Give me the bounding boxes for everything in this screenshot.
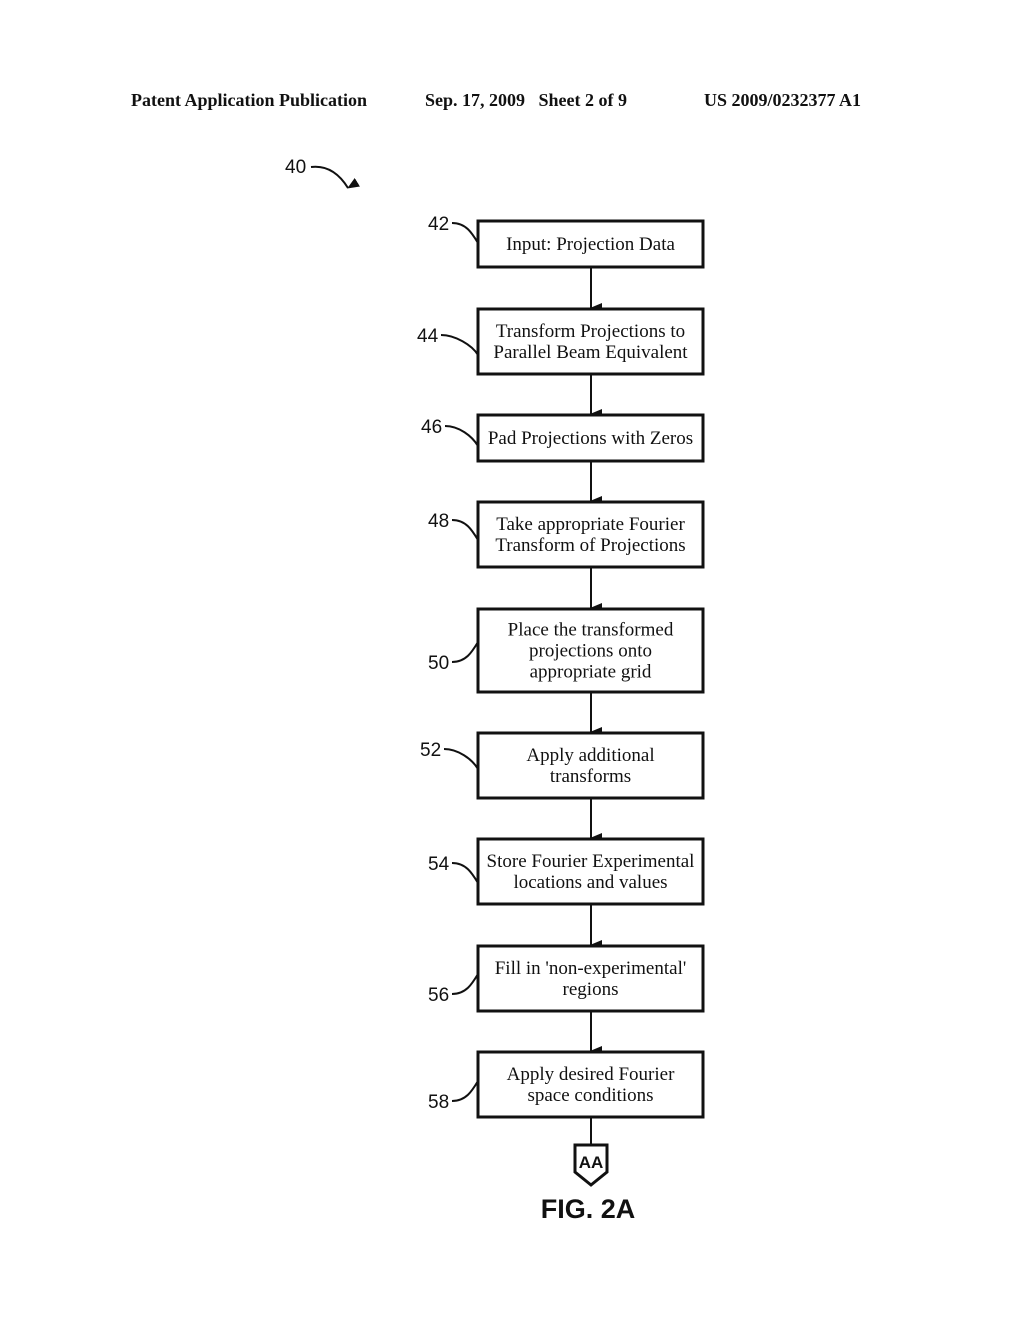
step-ref-leader: [451, 973, 479, 995]
step-44: Transform Projections toParallel Beam Eq…: [417, 307, 705, 419]
step-text-line: Store Fourier Experimental: [487, 851, 695, 872]
step-text-line: Input: Projection Data: [506, 234, 675, 255]
step-text-line: Pad Projections with Zeros: [488, 428, 693, 449]
step-ref-label: 46: [421, 417, 442, 438]
step-ref-label: 52: [420, 740, 441, 761]
step-text-line: appropriate grid: [530, 662, 652, 683]
step-text-line: Place the transformed: [508, 620, 674, 641]
step-58: Apply desired Fourierspace conditions 58: [428, 1050, 705, 1119]
offpage-connector: AA: [573, 1117, 609, 1187]
figure-ref-arrow: [310, 165, 360, 189]
step-text-line: Fill in 'non-experimental': [495, 958, 687, 979]
step-ref-label: 54: [428, 854, 450, 875]
step-ref-label: 50: [428, 653, 449, 674]
step-46: Pad Projections with Zeros 46: [421, 413, 705, 506]
step-ref-leader: [451, 222, 479, 244]
step-ref-leader: [451, 519, 479, 541]
step-text-line: space conditions: [527, 1085, 653, 1106]
step-54: Store Fourier Experimentallocations and …: [428, 837, 705, 950]
step-50: Place the transformedprojections ontoapp…: [428, 607, 705, 737]
step-48: Take appropriate FourierTransform of Pro…: [428, 500, 705, 613]
step-ref-leader: [443, 748, 479, 770]
figure-ref-label: 40: [285, 157, 306, 178]
step-text-line: locations and values: [513, 872, 667, 893]
step-text-line: Transform of Projections: [495, 535, 685, 556]
step-ref-leader: [451, 1080, 479, 1102]
step-ref-label: 56: [428, 985, 449, 1006]
flowchart: 40 Input: Projection Data 42 Transform Pro…: [285, 157, 705, 1224]
step-56: Fill in 'non-experimental'regions 56: [428, 944, 705, 1056]
step-ref-leader: [444, 425, 479, 447]
step-ref-leader: [440, 334, 479, 356]
step-text-line: Transform Projections to: [496, 321, 685, 342]
step-text-line: projections onto: [529, 641, 652, 662]
step-ref-leader: [451, 862, 479, 884]
figure-caption: FIG. 2A: [541, 1194, 636, 1224]
step-ref-label: 44: [417, 326, 439, 347]
step-42: Input: Projection Data 42: [428, 214, 705, 313]
steps-layer: Input: Projection Data 42 Transform Projec…: [417, 214, 705, 1119]
connector-label: AA: [579, 1153, 604, 1172]
step-52: Apply additionaltransforms 52: [420, 731, 705, 843]
step-text-line: Apply additional: [526, 745, 654, 766]
step-text-line: Apply desired Fourier: [507, 1064, 675, 1085]
step-text-line: Take appropriate Fourier: [496, 514, 685, 535]
step-ref-label: 48: [428, 511, 449, 532]
step-ref-label: 58: [428, 1092, 449, 1113]
step-text-line: transforms: [550, 766, 631, 787]
step-text-line: Parallel Beam Equivalent: [493, 342, 688, 363]
step-ref-leader: [451, 641, 479, 663]
step-text-line: regions: [563, 979, 619, 1000]
step-ref-label: 42: [428, 214, 449, 235]
